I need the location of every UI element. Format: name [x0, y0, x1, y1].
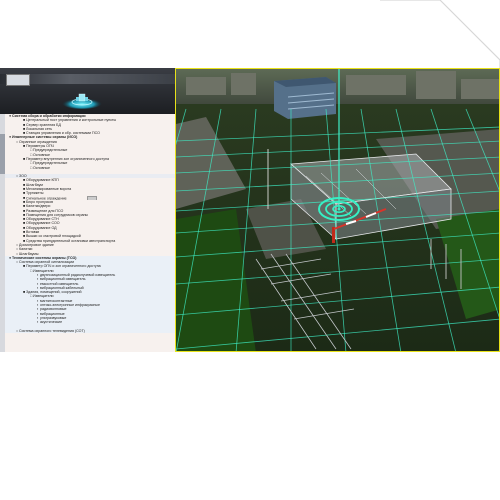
app-window: ●Система сбора и обработки информации ■Це… [0, 68, 500, 352]
system-tree: ●Система сбора и обработки информации ■Це… [5, 114, 175, 352]
panel-header [0, 68, 175, 114]
left-panel: ●Система сбора и обработки информации ■Це… [0, 68, 175, 352]
3d-viewport[interactable] [175, 68, 500, 352]
tree-item[interactable]: ○Система охранного телевидения (СОТ) [5, 328, 175, 334]
app-logo-icon[interactable] [6, 74, 30, 86]
tree-item-label: Система охранного телевидения (СОТ) [19, 328, 85, 333]
glowing-emblem-icon [62, 93, 102, 109]
scene-render[interactable] [176, 69, 500, 352]
